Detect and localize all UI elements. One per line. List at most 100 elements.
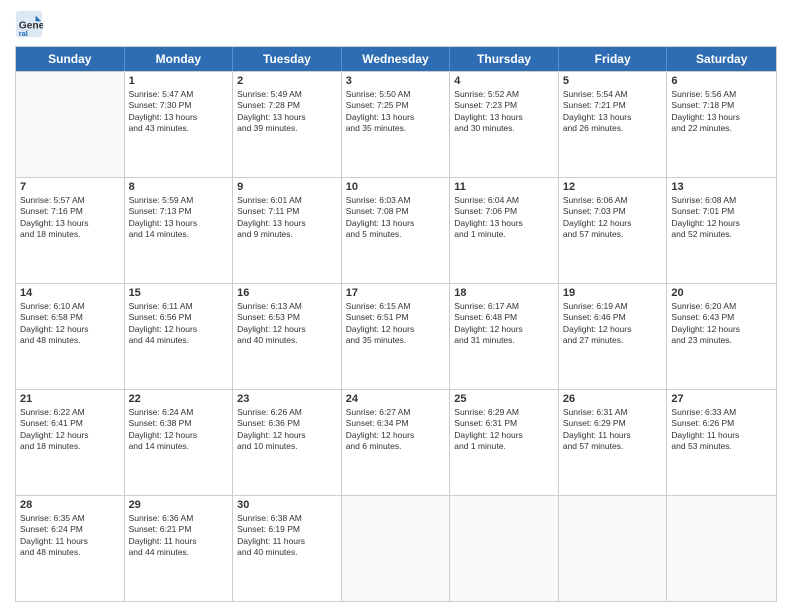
calendar-row-4: 21 Sunrise: 6:22 AMSunset: 6:41 PMDayligh… bbox=[16, 389, 776, 495]
day-cell-empty bbox=[450, 496, 559, 601]
day-info: Sunrise: 6:35 AMSunset: 6:24 PMDaylight:… bbox=[20, 513, 120, 559]
day-number: 11 bbox=[454, 181, 554, 193]
day-number: 17 bbox=[346, 287, 446, 299]
day-cell-22: 22 Sunrise: 6:24 AMSunset: 6:38 PMDayligh… bbox=[125, 390, 234, 495]
day-cell-7: 7 Sunrise: 5:57 AMSunset: 7:16 PMDaylight… bbox=[16, 178, 125, 283]
day-info: Sunrise: 6:33 AMSunset: 6:26 PMDaylight:… bbox=[671, 407, 772, 453]
day-number: 27 bbox=[671, 393, 772, 405]
day-info: Sunrise: 5:59 AMSunset: 7:13 PMDaylight:… bbox=[129, 195, 229, 241]
day-cell-16: 16 Sunrise: 6:13 AMSunset: 6:53 PMDayligh… bbox=[233, 284, 342, 389]
day-cell-20: 20Sunrise: 6:20 AMSunset: 6:43 PMDayligh… bbox=[667, 284, 776, 389]
day-number: 15 bbox=[129, 287, 229, 299]
day-cell-2: 2 Sunrise: 5:49 AMSunset: 7:28 PMDaylight… bbox=[233, 72, 342, 177]
day-info: Sunrise: 6:13 AMSunset: 6:53 PMDaylight:… bbox=[237, 301, 337, 347]
day-number: 20 bbox=[671, 287, 772, 299]
day-cell-9: 9Sunrise: 6:01 AMSunset: 7:11 PMDaylight… bbox=[233, 178, 342, 283]
day-info: Sunrise: 6:10 AMSunset: 6:58 PMDaylight:… bbox=[20, 301, 120, 347]
day-cell-27: 27 Sunrise: 6:33 AMSunset: 6:26 PMDayligh… bbox=[667, 390, 776, 495]
day-cell-1: 1 Sunrise: 5:47 AMSunset: 7:30 PMDaylight… bbox=[125, 72, 234, 177]
day-cell-empty bbox=[559, 496, 668, 601]
day-info: Sunrise: 6:24 AMSunset: 6:38 PMDaylight:… bbox=[129, 407, 229, 453]
day-cell-21: 21 Sunrise: 6:22 AMSunset: 6:41 PMDayligh… bbox=[16, 390, 125, 495]
weekday-header-saturday: Saturday bbox=[667, 47, 776, 71]
day-cell-10: 10Sunrise: 6:03 AMSunset: 7:08 PMDayligh… bbox=[342, 178, 451, 283]
day-number: 24 bbox=[346, 393, 446, 405]
day-number: 7 bbox=[20, 181, 120, 193]
day-number: 21 bbox=[20, 393, 120, 405]
day-info: Sunrise: 6:38 AMSunset: 6:19 PMDaylight:… bbox=[237, 513, 337, 559]
day-cell-18: 18 Sunrise: 6:17 AMSunset: 6:48 PMDayligh… bbox=[450, 284, 559, 389]
header: Gene ral bbox=[15, 10, 777, 38]
day-cell-29: 29 Sunrise: 6:36 AMSunset: 6:21 PMDayligh… bbox=[125, 496, 234, 601]
day-number: 1 bbox=[129, 75, 229, 87]
day-number: 28 bbox=[20, 499, 120, 511]
day-cell-24: 24Sunrise: 6:27 AMSunset: 6:34 PMDayligh… bbox=[342, 390, 451, 495]
day-number: 2 bbox=[237, 75, 337, 87]
day-cell-11: 11 Sunrise: 6:04 AMSunset: 7:06 PMDayligh… bbox=[450, 178, 559, 283]
day-number: 23 bbox=[237, 393, 337, 405]
day-cell-28: 28 Sunrise: 6:35 AMSunset: 6:24 PMDayligh… bbox=[16, 496, 125, 601]
day-info: Sunrise: 6:19 AMSunset: 6:46 PMDaylight:… bbox=[563, 301, 663, 347]
day-number: 29 bbox=[129, 499, 229, 511]
day-info: Sunrise: 6:04 AMSunset: 7:06 PMDaylight:… bbox=[454, 195, 554, 241]
day-cell-25: 25Sunrise: 6:29 AMSunset: 6:31 PMDayligh… bbox=[450, 390, 559, 495]
day-info: Sunrise: 5:50 AMSunset: 7:25 PMDaylight:… bbox=[346, 89, 446, 135]
day-info: Sunrise: 5:57 AMSunset: 7:16 PMDaylight:… bbox=[20, 195, 120, 241]
day-number: 18 bbox=[454, 287, 554, 299]
day-number: 30 bbox=[237, 499, 337, 511]
calendar-row-3: 14 Sunrise: 6:10 AMSunset: 6:58 PMDayligh… bbox=[16, 283, 776, 389]
day-number: 16 bbox=[237, 287, 337, 299]
day-info: Sunrise: 6:15 AMSunset: 6:51 PMDaylight:… bbox=[346, 301, 446, 347]
day-info: Sunrise: 6:01 AMSunset: 7:11 PMDaylight:… bbox=[237, 195, 337, 241]
day-cell-19: 19 Sunrise: 6:19 AMSunset: 6:46 PMDayligh… bbox=[559, 284, 668, 389]
weekday-header-monday: Monday bbox=[125, 47, 234, 71]
day-cell-12: 12 Sunrise: 6:06 AMSunset: 7:03 PMDayligh… bbox=[559, 178, 668, 283]
day-info: Sunrise: 5:49 AMSunset: 7:28 PMDaylight:… bbox=[237, 89, 337, 135]
day-number: 26 bbox=[563, 393, 663, 405]
calendar-row-5: 28 Sunrise: 6:35 AMSunset: 6:24 PMDayligh… bbox=[16, 495, 776, 601]
calendar-header: SundayMondayTuesdayWednesdayThursdayFrid… bbox=[16, 47, 776, 71]
day-number: 8 bbox=[129, 181, 229, 193]
weekday-header-tuesday: Tuesday bbox=[233, 47, 342, 71]
weekday-header-thursday: Thursday bbox=[450, 47, 559, 71]
day-cell-4: 4Sunrise: 5:52 AMSunset: 7:23 PMDaylight… bbox=[450, 72, 559, 177]
logo-icon: Gene ral bbox=[15, 10, 43, 38]
calendar-row-1: 1 Sunrise: 5:47 AMSunset: 7:30 PMDaylight… bbox=[16, 71, 776, 177]
day-cell-empty bbox=[342, 496, 451, 601]
logo: Gene ral bbox=[15, 10, 45, 38]
day-cell-3: 3Sunrise: 5:50 AMSunset: 7:25 PMDaylight… bbox=[342, 72, 451, 177]
day-number: 12 bbox=[563, 181, 663, 193]
day-number: 22 bbox=[129, 393, 229, 405]
day-number: 4 bbox=[454, 75, 554, 87]
weekday-header-wednesday: Wednesday bbox=[342, 47, 451, 71]
day-number: 19 bbox=[563, 287, 663, 299]
day-cell-15: 15 Sunrise: 6:11 AMSunset: 6:56 PMDayligh… bbox=[125, 284, 234, 389]
day-info: Sunrise: 6:03 AMSunset: 7:08 PMDaylight:… bbox=[346, 195, 446, 241]
day-number: 14 bbox=[20, 287, 120, 299]
day-info: Sunrise: 6:22 AMSunset: 6:41 PMDaylight:… bbox=[20, 407, 120, 453]
day-info: Sunrise: 6:06 AMSunset: 7:03 PMDaylight:… bbox=[563, 195, 663, 241]
day-cell-6: 6 Sunrise: 5:56 AMSunset: 7:18 PMDaylight… bbox=[667, 72, 776, 177]
day-number: 6 bbox=[671, 75, 772, 87]
weekday-header-sunday: Sunday bbox=[16, 47, 125, 71]
day-cell-17: 17 Sunrise: 6:15 AMSunset: 6:51 PMDayligh… bbox=[342, 284, 451, 389]
day-cell-empty bbox=[667, 496, 776, 601]
day-info: Sunrise: 5:54 AMSunset: 7:21 PMDaylight:… bbox=[563, 89, 663, 135]
day-info: Sunrise: 6:26 AMSunset: 6:36 PMDaylight:… bbox=[237, 407, 337, 453]
page: Gene ral SundayMondayTuesdayWednesdayThu… bbox=[0, 0, 792, 612]
day-info: Sunrise: 6:08 AMSunset: 7:01 PMDaylight:… bbox=[671, 195, 772, 241]
day-info: Sunrise: 5:56 AMSunset: 7:18 PMDaylight:… bbox=[671, 89, 772, 135]
calendar: SundayMondayTuesdayWednesdayThursdayFrid… bbox=[15, 46, 777, 602]
day-number: 13 bbox=[671, 181, 772, 193]
day-info: Sunrise: 5:47 AMSunset: 7:30 PMDaylight:… bbox=[129, 89, 229, 135]
day-info: Sunrise: 6:11 AMSunset: 6:56 PMDaylight:… bbox=[129, 301, 229, 347]
day-info: Sunrise: 6:17 AMSunset: 6:48 PMDaylight:… bbox=[454, 301, 554, 347]
day-info: Sunrise: 6:36 AMSunset: 6:21 PMDaylight:… bbox=[129, 513, 229, 559]
day-number: 5 bbox=[563, 75, 663, 87]
day-cell-23: 23 Sunrise: 6:26 AMSunset: 6:36 PMDayligh… bbox=[233, 390, 342, 495]
day-number: 25 bbox=[454, 393, 554, 405]
calendar-row-2: 7 Sunrise: 5:57 AMSunset: 7:16 PMDaylight… bbox=[16, 177, 776, 283]
weekday-header-friday: Friday bbox=[559, 47, 668, 71]
calendar-body: 1 Sunrise: 5:47 AMSunset: 7:30 PMDaylight… bbox=[16, 71, 776, 601]
svg-text:ral: ral bbox=[19, 29, 28, 38]
